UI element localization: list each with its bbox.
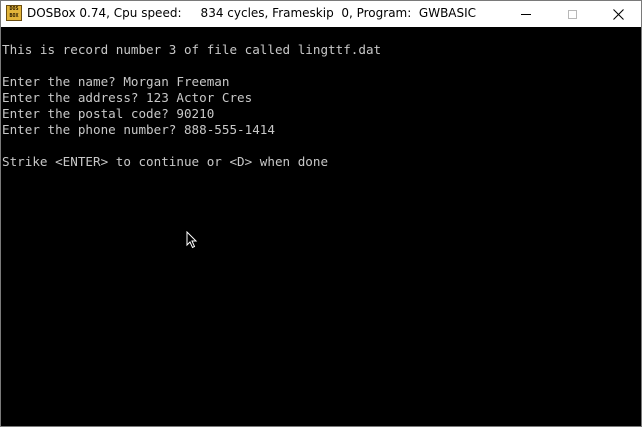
- window-title: DOSBox 0.74, Cpu speed: 834 cycles, Fram…: [27, 6, 477, 20]
- address-prompt-line: Enter the address? 123 Actor Cres: [2, 90, 253, 105]
- close-button[interactable]: [595, 1, 641, 27]
- console-screen[interactable]: This is record number 3 of file called l…: [1, 27, 641, 426]
- maximize-icon: [567, 9, 577, 19]
- continue-prompt-line: Strike <ENTER> to continue or <D> when d…: [2, 154, 329, 169]
- record-info-line: This is record number 3 of file called l…: [2, 42, 382, 57]
- close-icon: [612, 8, 624, 20]
- dosbox-window: DOS BOX DOSBox 0.74, Cpu speed: 834 cycl…: [0, 0, 642, 427]
- title-bar[interactable]: DOS BOX DOSBox 0.74, Cpu speed: 834 cycl…: [1, 1, 641, 27]
- minimize-button[interactable]: [503, 1, 549, 27]
- icon-text-top: DOS: [9, 6, 19, 12]
- icon-text-bottom: BOX: [9, 13, 19, 19]
- minimize-icon: [521, 13, 531, 15]
- maximize-button[interactable]: [549, 1, 595, 27]
- dosbox-icon[interactable]: DOS BOX: [6, 5, 22, 21]
- postal-code-prompt-line: Enter the postal code? 90210: [2, 106, 215, 121]
- mouse-pointer-icon: [186, 231, 198, 249]
- name-prompt-line: Enter the name? Morgan Freeman: [2, 74, 230, 89]
- phone-prompt-line: Enter the phone number? 888-555-1414: [2, 122, 275, 137]
